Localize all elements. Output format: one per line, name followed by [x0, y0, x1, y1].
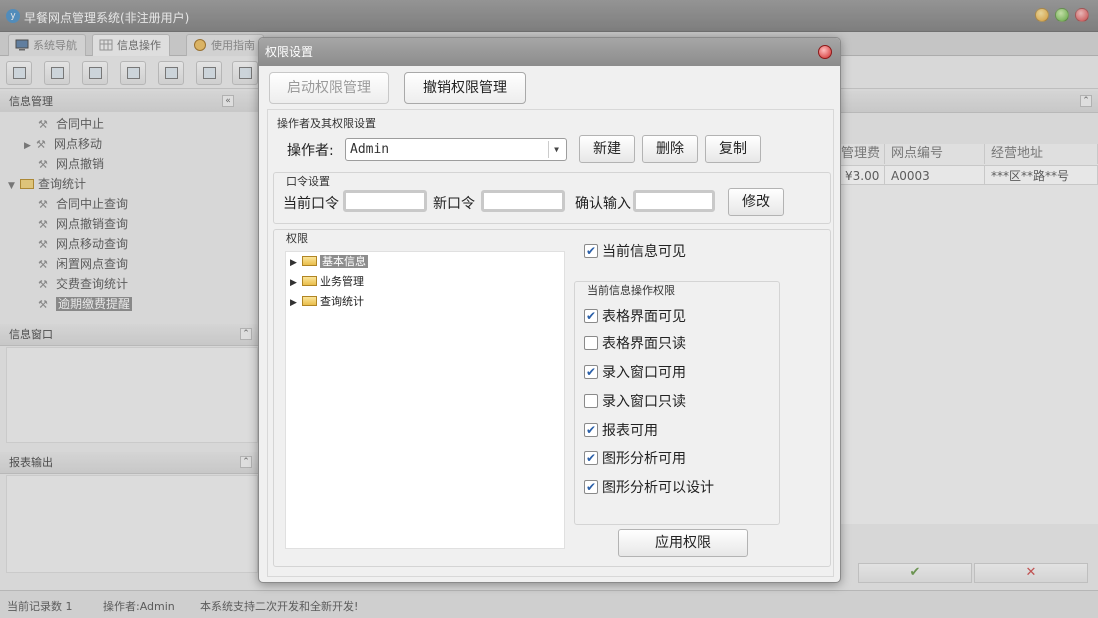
operator-label: 操作者: [287, 143, 334, 159]
new-button[interactable]: 新建 [579, 135, 635, 163]
modify-button[interactable]: 修改 [728, 188, 784, 216]
checkbox-icon[interactable] [584, 336, 598, 350]
dialog-title: 权限设置 [265, 45, 314, 59]
checkbox-icon[interactable] [584, 394, 598, 408]
tree-item-label: 基本信息 [320, 255, 368, 268]
chevron-down-icon[interactable]: ▼ [548, 141, 564, 158]
checkbox-icon[interactable] [584, 363, 598, 381]
checkbox-label: 表格界面只读 [602, 336, 686, 352]
checkbox-label: 录入窗口可用 [602, 365, 686, 381]
dialog-close-icon[interactable] [818, 45, 832, 59]
checkbox-icon[interactable] [584, 478, 598, 496]
permission-tree-item[interactable]: ▶ 基本信息 [290, 254, 368, 270]
permission-tree: ▶ 基本信息 ▶ 业务管理 ▶ 查询统计 [285, 251, 565, 549]
checkbox-label: 表格界面可见 [602, 309, 686, 325]
permission-tree-item[interactable]: ▶ 业务管理 [290, 274, 364, 290]
new-password-label: 新口令 [433, 196, 475, 212]
expand-arrow-icon[interactable]: ▶ [290, 275, 302, 291]
checkbox-label: 录入窗口只读 [602, 394, 686, 410]
tab-revoke-permission[interactable]: 撤销权限管理 [404, 72, 526, 104]
checkbox-icon[interactable] [584, 307, 598, 325]
ops-checkbox[interactable]: 表格界面只读 [584, 335, 686, 353]
folder-icon [302, 276, 317, 286]
expand-arrow-icon[interactable]: ▶ [290, 295, 302, 311]
dialog-title-bar: 权限设置 [259, 38, 840, 66]
checkbox-icon[interactable] [584, 242, 598, 260]
operator-section-label: 操作者及其权限设置 [275, 115, 378, 131]
ops-checkbox[interactable]: 录入窗口可用 [584, 363, 686, 382]
tree-item-label: 业务管理 [320, 275, 364, 288]
ops-checkbox[interactable]: 图形分析可用 [584, 449, 686, 468]
ops-section-label: 当前信息操作权限 [585, 282, 677, 298]
copy-button[interactable]: 复制 [705, 135, 761, 163]
permission-section-label: 权限 [284, 230, 310, 246]
current-password-input[interactable] [343, 190, 427, 212]
operator-value: Admin [350, 142, 390, 157]
confirm-password-input[interactable] [633, 190, 715, 212]
tree-item-label: 查询统计 [320, 295, 364, 308]
password-section-label: 口令设置 [284, 173, 332, 189]
folder-icon [302, 256, 317, 266]
checkbox-label: 当前信息可见 [602, 244, 686, 260]
checkbox-icon[interactable] [584, 421, 598, 439]
confirm-password-label: 确认输入 [575, 196, 631, 212]
folder-icon [302, 296, 317, 306]
checkbox-label: 报表可用 [602, 423, 658, 439]
checkbox-icon[interactable] [584, 449, 598, 467]
checkbox-label: 图形分析可用 [602, 451, 686, 467]
expand-arrow-icon[interactable]: ▶ [290, 255, 302, 271]
operator-select[interactable]: Admin ▼ [345, 138, 567, 161]
ops-checkbox[interactable]: 图形分析可以设计 [584, 478, 714, 497]
apply-permission-button[interactable]: 应用权限 [618, 529, 748, 557]
new-password-input[interactable] [481, 190, 565, 212]
ops-checkbox[interactable]: 报表可用 [584, 421, 658, 440]
delete-button[interactable]: 删除 [642, 135, 698, 163]
current-password-label: 当前口令 [283, 196, 339, 212]
checkbox-label: 图形分析可以设计 [602, 480, 714, 496]
ops-checkbox[interactable]: 录入窗口只读 [584, 393, 686, 411]
current-visible-checkbox[interactable]: 当前信息可见 [584, 242, 686, 261]
ops-checkbox[interactable]: 表格界面可见 [584, 307, 686, 326]
permission-tree-item[interactable]: ▶ 查询统计 [290, 294, 364, 310]
tab-enable-permission[interactable]: 启动权限管理 [269, 72, 389, 104]
